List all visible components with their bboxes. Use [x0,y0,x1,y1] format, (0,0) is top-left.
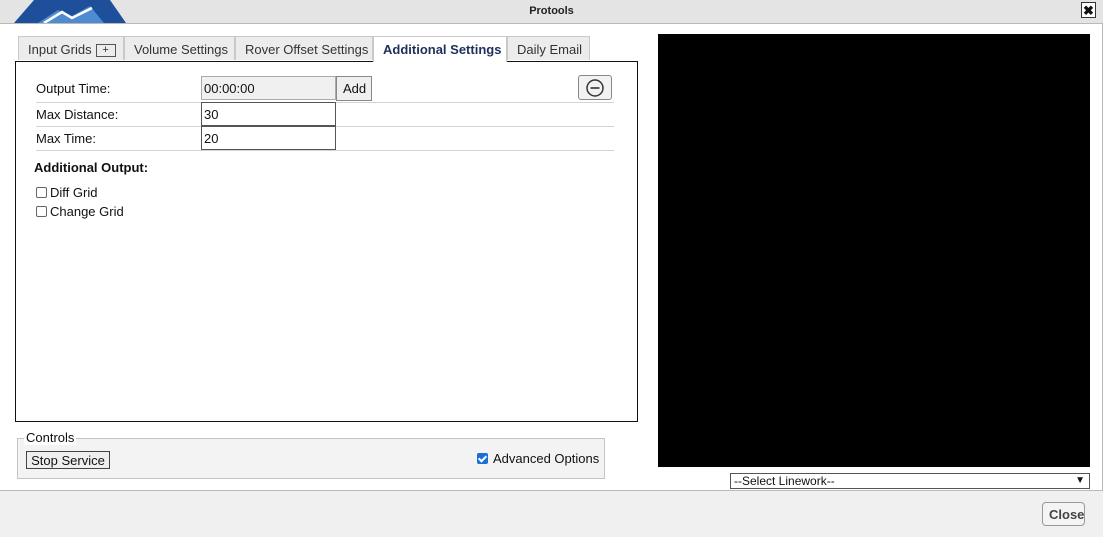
max-time-label: Max Time: [36,131,96,146]
additional-settings-panel: Output Time: Add Max Distance: Max Time:… [15,61,638,422]
linework-selected-value: --Select Linework-- [734,474,835,488]
remove-output-time-button[interactable] [578,75,612,100]
linework-select[interactable]: --Select Linework-- ▼ [730,473,1090,489]
diff-grid-label: Diff Grid [50,185,98,200]
change-grid-label: Change Grid [50,204,124,219]
add-output-time-button[interactable]: Add [336,76,372,101]
stop-service-button[interactable]: Stop Service [26,451,110,469]
additional-output-title: Additional Output: [34,160,149,175]
chevron-down-icon: ▼ [1075,475,1085,486]
max-distance-label: Max Distance: [36,107,119,122]
title-bar: Protools ✖ [0,0,1103,24]
row-divider [36,150,614,151]
window-close-icon[interactable]: ✖ [1081,2,1096,18]
tab-input-grids[interactable]: Input Grids + [18,36,124,60]
tab-label: Additional Settings [383,42,502,57]
diff-grid-option[interactable]: Diff Grid [36,185,97,200]
change-grid-checkbox[interactable] [36,206,47,217]
diff-grid-checkbox[interactable] [36,187,47,198]
close-button[interactable]: Close [1042,502,1085,526]
tab-label: Rover Offset Settings [245,42,369,57]
add-grid-icon[interactable]: + [95,44,116,57]
tab-rover-offset-settings[interactable]: Rover Offset Settings [235,36,373,60]
max-time-input[interactable] [201,126,336,150]
advanced-options-label: Advanced Options [493,451,600,466]
max-distance-input[interactable] [201,102,336,126]
tab-label: Volume Settings [134,42,228,57]
controls-legend: Controls [24,430,77,445]
advanced-options-checkbox[interactable] [477,453,488,464]
tab-additional-settings[interactable]: Additional Settings [373,36,507,62]
map-preview[interactable] [658,34,1090,467]
tab-daily-email[interactable]: Daily Email [507,36,590,60]
minus-circle-icon [586,79,604,97]
window-title: Protools [529,5,574,17]
change-grid-option[interactable]: Change Grid [36,204,124,219]
tab-volume-settings[interactable]: Volume Settings [124,36,235,60]
advanced-options-option[interactable]: Advanced Options [477,451,599,466]
controls-fieldset: Controls Stop Service Advanced Options [17,431,605,479]
output-time-input[interactable] [201,76,336,100]
tab-label: Input Grids [28,42,92,57]
output-time-label: Output Time: [36,81,111,96]
tab-label: Daily Email [517,42,583,57]
